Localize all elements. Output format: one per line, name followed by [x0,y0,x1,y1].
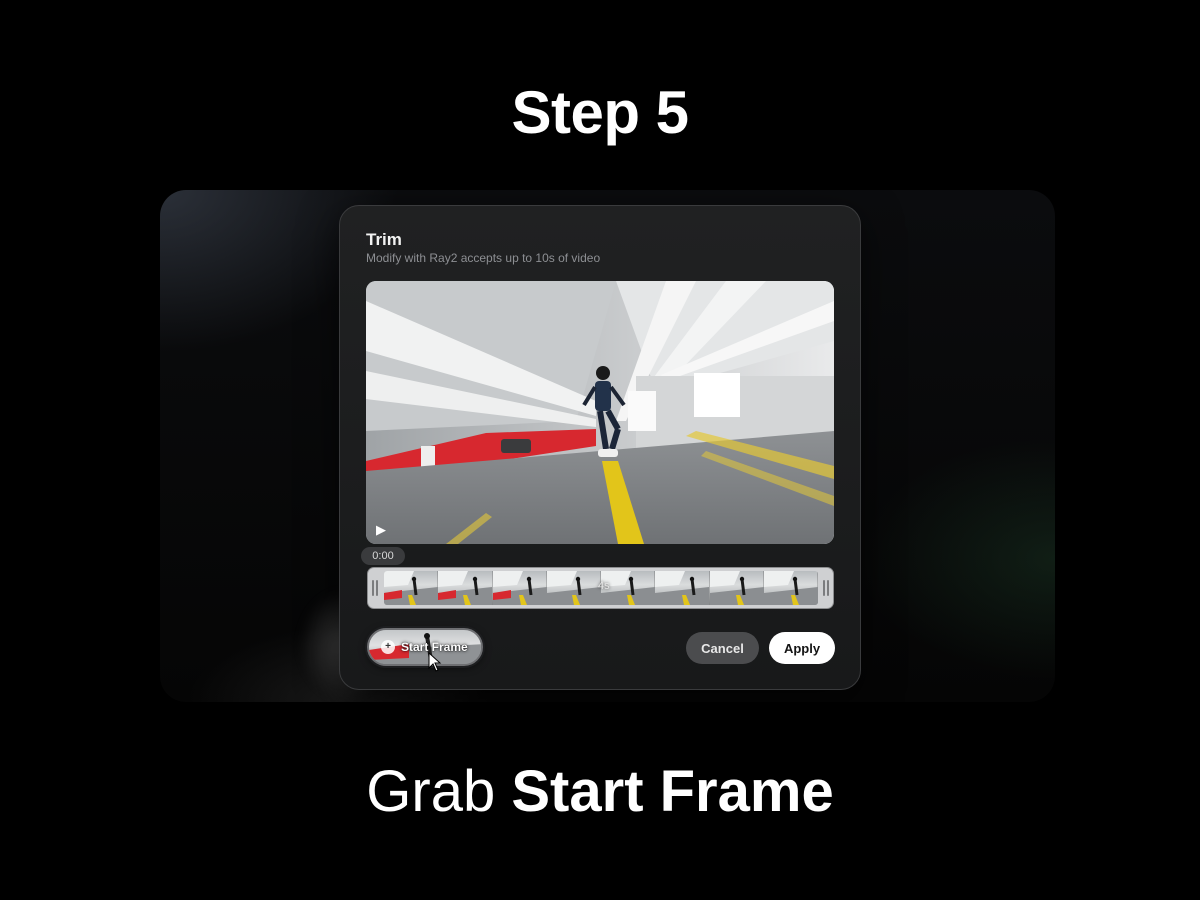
trim-handle-end[interactable] [819,568,833,608]
cancel-button[interactable]: Cancel [686,632,759,664]
caption-emphasis: Start Frame [511,759,834,824]
video-frame-scene [366,281,834,544]
play-button[interactable]: ▶ [376,522,392,538]
timeline-thumbnail [492,571,547,605]
video-preview[interactable] [366,281,834,544]
trim-timeline[interactable]: 4s [367,567,834,609]
frame-icon: + [381,640,395,654]
mouse-cursor-icon [428,652,442,672]
start-frame-button[interactable]: + Start Frame [367,628,483,666]
timeline-thumbnail [546,571,601,605]
caption: Grab Start Frame [0,758,1200,825]
timeline-thumbnail [438,571,493,605]
step-title: Step 5 [511,79,689,146]
timeline-thumbnail [709,571,764,605]
timeline-thumbnail [384,571,439,605]
trim-handle-start[interactable] [368,568,382,608]
caption-prefix: Grab [366,759,496,824]
dialog-subtitle: Modify with Ray2 accepts up to 10s of vi… [366,251,601,265]
timeline-marker-label: 4s [598,580,610,592]
play-icon: ▶ [376,522,386,537]
current-time-badge: 0:00 [361,547,405,565]
timeline-thumbnail [655,571,710,605]
timeline-thumbnail [763,571,818,605]
trim-dialog: Trim Modify with Ray2 accepts up to 10s … [339,205,861,690]
apply-button[interactable]: Apply [769,632,835,664]
dialog-title: Trim [366,230,402,249]
